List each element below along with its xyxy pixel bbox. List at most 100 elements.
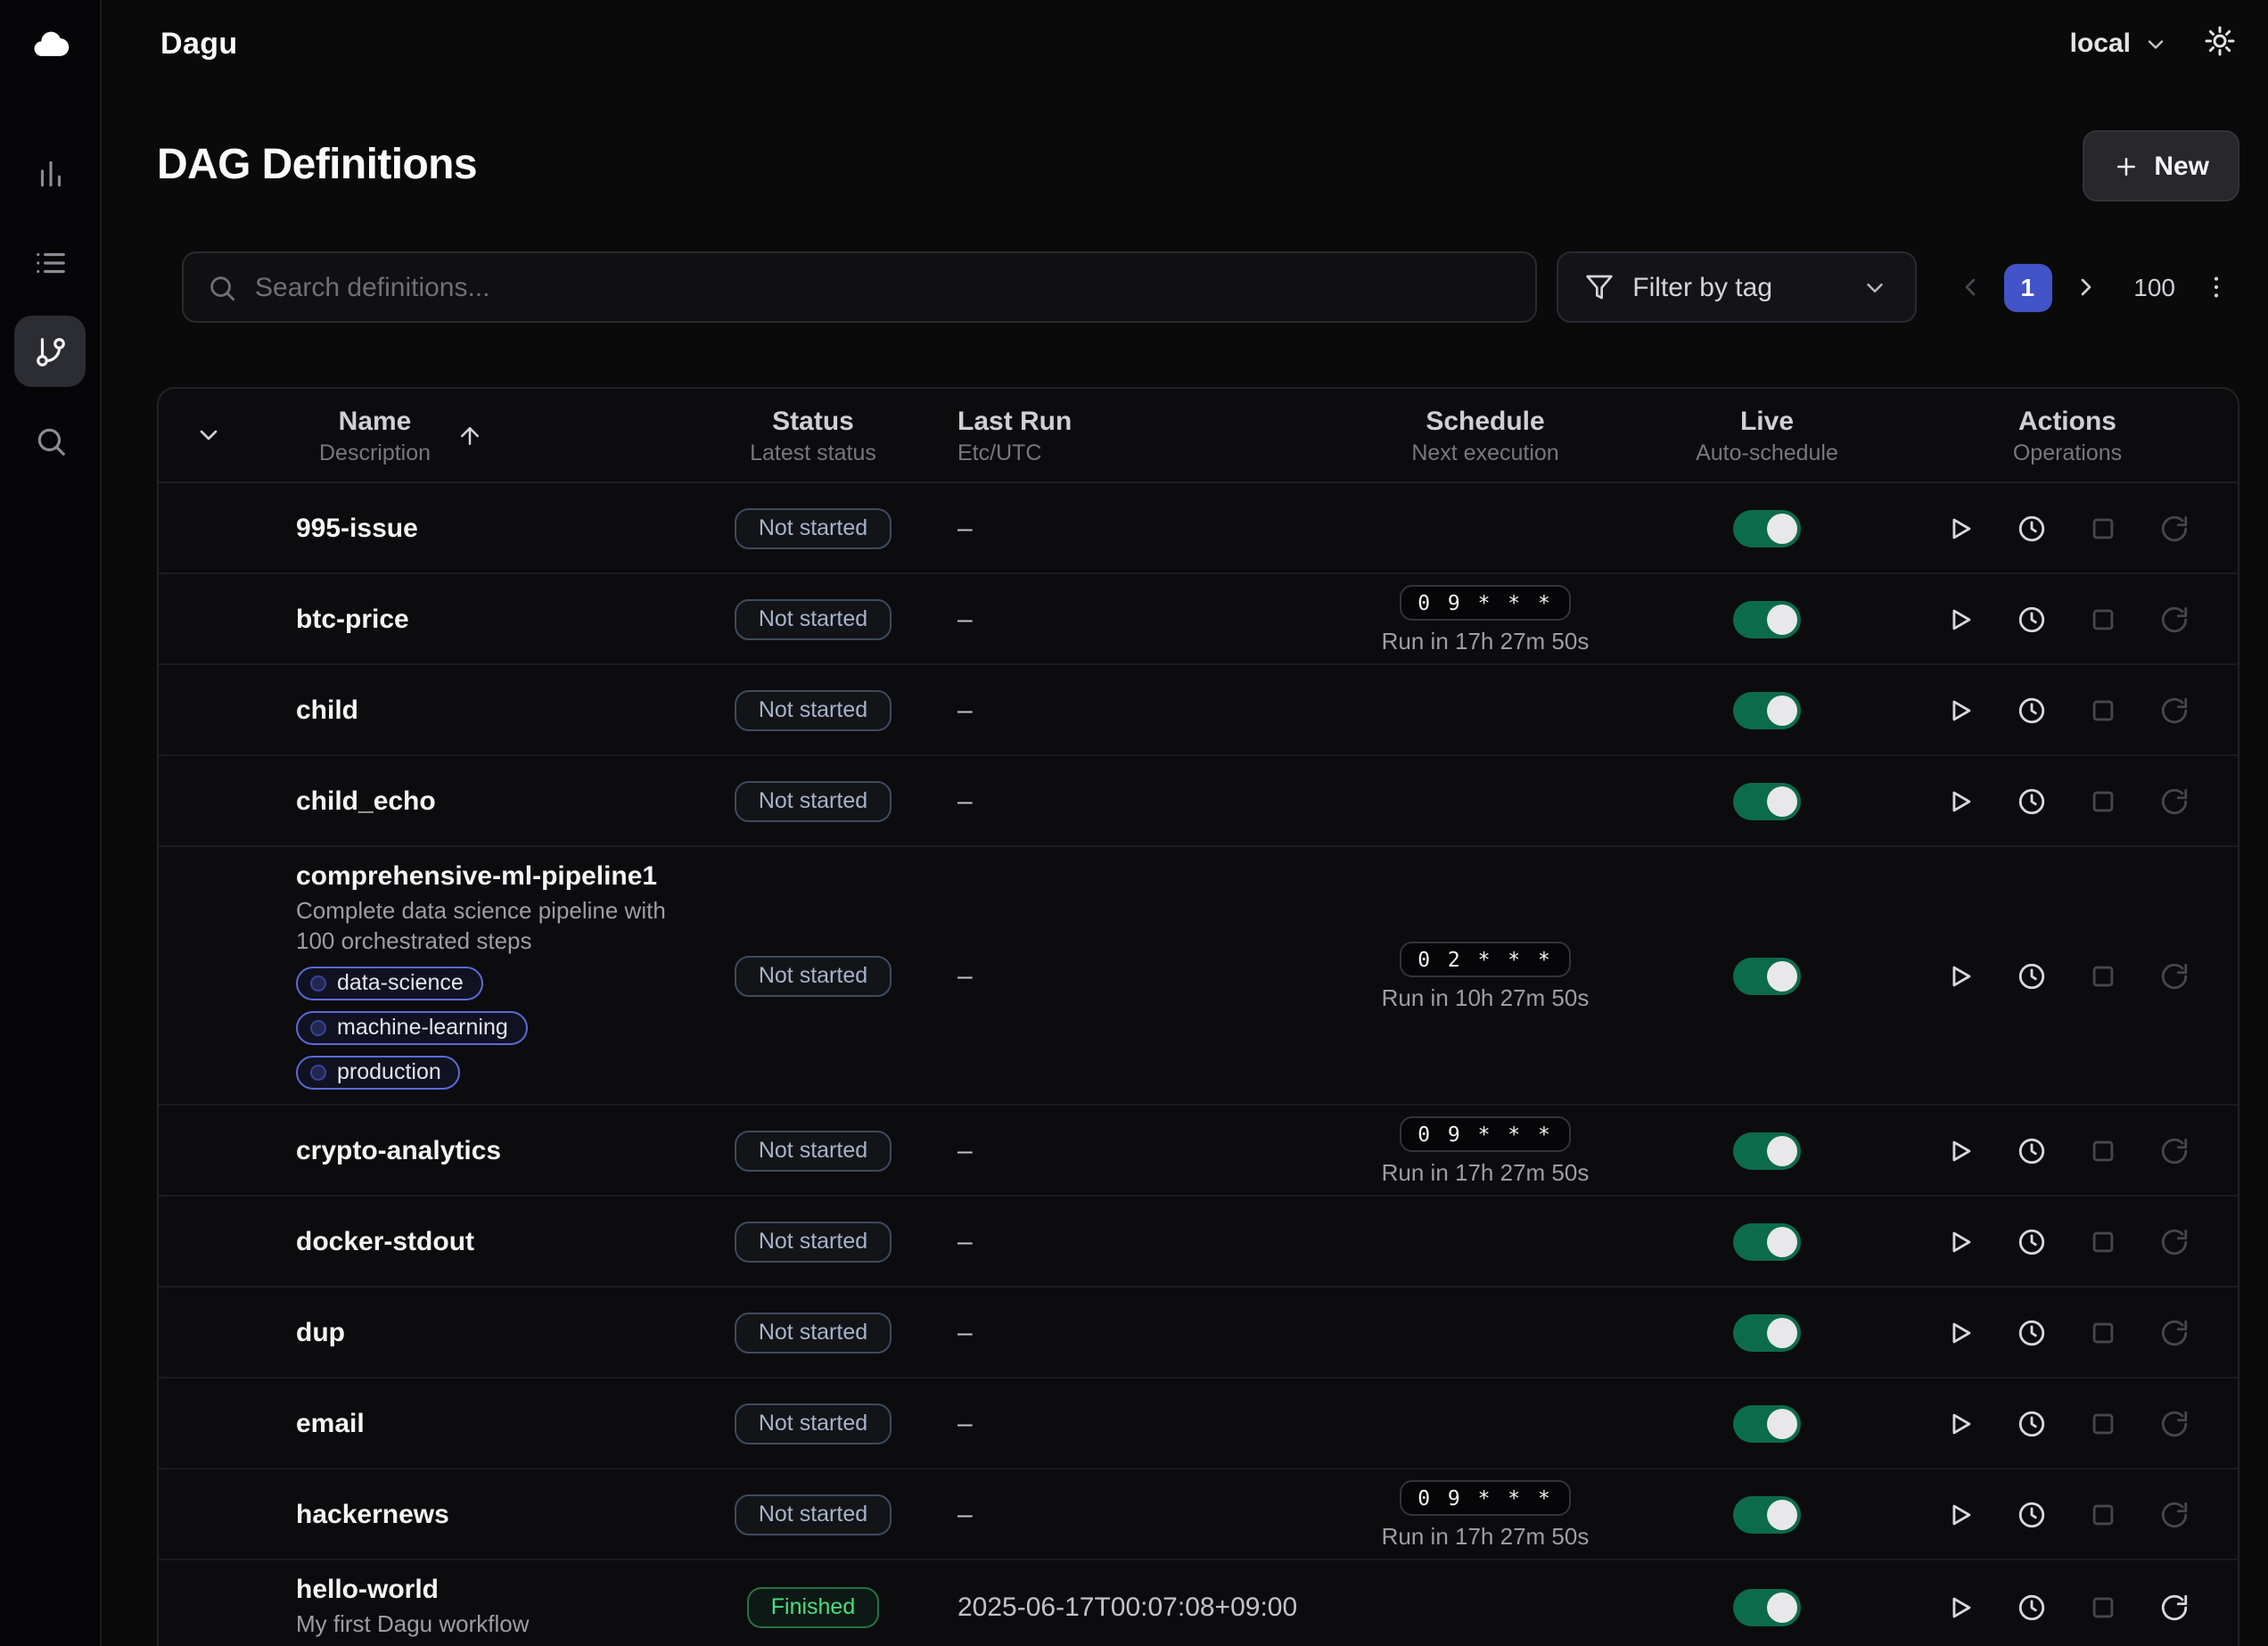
sort-ascending-button[interactable] xyxy=(456,422,482,449)
play-icon xyxy=(1945,1499,1976,1529)
live-toggle[interactable] xyxy=(1733,509,1801,547)
retry-run-button[interactable] xyxy=(2142,587,2206,651)
stop-run-button[interactable] xyxy=(2071,496,2135,560)
stop-run-button[interactable] xyxy=(2071,678,2135,742)
retry-run-button[interactable] xyxy=(2142,1300,2206,1364)
start-run-button[interactable] xyxy=(1928,1300,1993,1364)
retry-run-button[interactable] xyxy=(2142,1391,2206,1455)
enqueue-run-button[interactable] xyxy=(2000,1118,2064,1182)
column-header-name[interactable]: Name Description xyxy=(259,406,692,465)
start-run-button[interactable] xyxy=(1928,1576,1993,1640)
new-dag-button[interactable]: New xyxy=(2083,130,2239,202)
stop-run-button[interactable] xyxy=(2071,1576,2135,1640)
table-row[interactable]: crypto-analytics Not started – 0 9 * * *… xyxy=(159,1106,2238,1197)
start-run-button[interactable] xyxy=(1928,943,1993,1008)
dag-name[interactable]: hackernews xyxy=(296,1499,449,1529)
tag-pill[interactable]: production xyxy=(296,1056,461,1090)
dag-name[interactable]: child_echo xyxy=(296,786,436,816)
retry-run-button[interactable] xyxy=(2142,496,2206,560)
table-row[interactable]: hello-world My first Dagu workflow Finis… xyxy=(159,1560,2238,1646)
live-toggle[interactable] xyxy=(1733,600,1801,638)
previous-page-button[interactable] xyxy=(1946,264,1993,310)
environment-selector[interactable]: local xyxy=(2070,29,2168,59)
live-toggle[interactable] xyxy=(1733,957,1801,994)
stop-run-button[interactable] xyxy=(2071,1300,2135,1364)
start-run-button[interactable] xyxy=(1928,769,1993,833)
stop-run-button[interactable] xyxy=(2071,587,2135,651)
tag-pill[interactable]: data-science xyxy=(296,967,483,1000)
table-row[interactable]: dup Not started – xyxy=(159,1288,2238,1379)
table-row[interactable]: hackernews Not started – 0 9 * * * Run i… xyxy=(159,1469,2238,1560)
sidebar-item-dag-definitions[interactable] xyxy=(14,316,86,387)
expand-all-button[interactable] xyxy=(194,421,223,449)
retry-run-button[interactable] xyxy=(2142,1482,2206,1546)
live-toggle[interactable] xyxy=(1733,782,1801,819)
retry-run-button[interactable] xyxy=(2142,1209,2206,1273)
start-run-button[interactable] xyxy=(1928,1209,1993,1273)
table-row[interactable]: comprehensive-ml-pipeline1 Complete data… xyxy=(159,847,2238,1106)
stop-run-button[interactable] xyxy=(2071,769,2135,833)
current-page-button[interactable]: 1 xyxy=(2003,263,2051,311)
start-run-button[interactable] xyxy=(1928,678,1993,742)
dag-name[interactable]: dup xyxy=(296,1317,345,1347)
enqueue-run-button[interactable] xyxy=(2000,678,2064,742)
start-run-button[interactable] xyxy=(1928,1391,1993,1455)
stop-run-button[interactable] xyxy=(2071,1391,2135,1455)
live-toggle[interactable] xyxy=(1733,1132,1801,1169)
next-page-button[interactable] xyxy=(2062,264,2108,310)
start-run-button[interactable] xyxy=(1928,1482,1993,1546)
retry-run-button[interactable] xyxy=(2142,769,2206,833)
table-row[interactable]: email Not started – xyxy=(159,1379,2238,1469)
retry-run-button[interactable] xyxy=(2142,1576,2206,1640)
live-toggle[interactable] xyxy=(1733,1222,1801,1260)
start-run-button[interactable] xyxy=(1928,496,1993,560)
start-run-button[interactable] xyxy=(1928,587,1993,651)
enqueue-run-button[interactable] xyxy=(2000,1300,2064,1364)
dag-name[interactable]: comprehensive-ml-pipeline1 xyxy=(296,861,657,892)
enqueue-run-button[interactable] xyxy=(2000,1482,2064,1546)
enqueue-run-button[interactable] xyxy=(2000,943,2064,1008)
retry-run-button[interactable] xyxy=(2142,1118,2206,1182)
stop-run-button[interactable] xyxy=(2071,1118,2135,1182)
table-row[interactable]: child Not started – xyxy=(159,665,2238,756)
sidebar-item-dashboard[interactable] xyxy=(14,137,86,209)
live-toggle[interactable] xyxy=(1733,1495,1801,1533)
enqueue-run-button[interactable] xyxy=(2000,1576,2064,1640)
pagination-menu-button[interactable] xyxy=(2193,264,2239,310)
table-row[interactable]: child_echo Not started – xyxy=(159,756,2238,847)
live-toggle[interactable] xyxy=(1733,691,1801,728)
enqueue-run-button[interactable] xyxy=(2000,587,2064,651)
table-row[interactable]: docker-stdout Not started – xyxy=(159,1197,2238,1288)
dag-name[interactable]: child xyxy=(296,695,358,725)
enqueue-run-button[interactable] xyxy=(2000,496,2064,560)
stop-run-button[interactable] xyxy=(2071,1482,2135,1546)
dagu-logo-icon[interactable] xyxy=(26,24,74,63)
retry-run-button[interactable] xyxy=(2142,943,2206,1008)
dag-name[interactable]: hello-world xyxy=(296,1575,439,1605)
live-toggle[interactable] xyxy=(1733,1404,1801,1442)
live-toggle[interactable] xyxy=(1733,1313,1801,1351)
enqueue-run-button[interactable] xyxy=(2000,1209,2064,1273)
search-input[interactable] xyxy=(255,272,1511,302)
enqueue-run-button[interactable] xyxy=(2000,1391,2064,1455)
dag-name[interactable]: 995-issue xyxy=(296,513,418,543)
dag-name[interactable]: btc-price xyxy=(296,604,409,634)
stop-run-button[interactable] xyxy=(2071,1209,2135,1273)
start-run-button[interactable] xyxy=(1928,1118,1993,1182)
filter-icon xyxy=(1584,273,1613,301)
sidebar-item-dag-runs[interactable] xyxy=(14,226,86,298)
filter-by-tag-button[interactable]: Filter by tag xyxy=(1556,251,1916,323)
table-row[interactable]: 995-issue Not started – xyxy=(159,483,2238,574)
row-live-cell xyxy=(1637,1495,1897,1533)
sidebar-item-search[interactable] xyxy=(14,405,86,476)
enqueue-run-button[interactable] xyxy=(2000,769,2064,833)
tag-pill[interactable]: machine-learning xyxy=(296,1011,528,1045)
dag-name[interactable]: crypto-analytics xyxy=(296,1135,501,1165)
stop-run-button[interactable] xyxy=(2071,943,2135,1008)
dag-name[interactable]: docker-stdout xyxy=(296,1226,474,1256)
theme-toggle-button[interactable] xyxy=(2204,25,2236,62)
table-row[interactable]: btc-price Not started – 0 9 * * * Run in… xyxy=(159,574,2238,665)
live-toggle[interactable] xyxy=(1733,1589,1801,1626)
retry-run-button[interactable] xyxy=(2142,678,2206,742)
dag-name[interactable]: email xyxy=(296,1408,365,1438)
